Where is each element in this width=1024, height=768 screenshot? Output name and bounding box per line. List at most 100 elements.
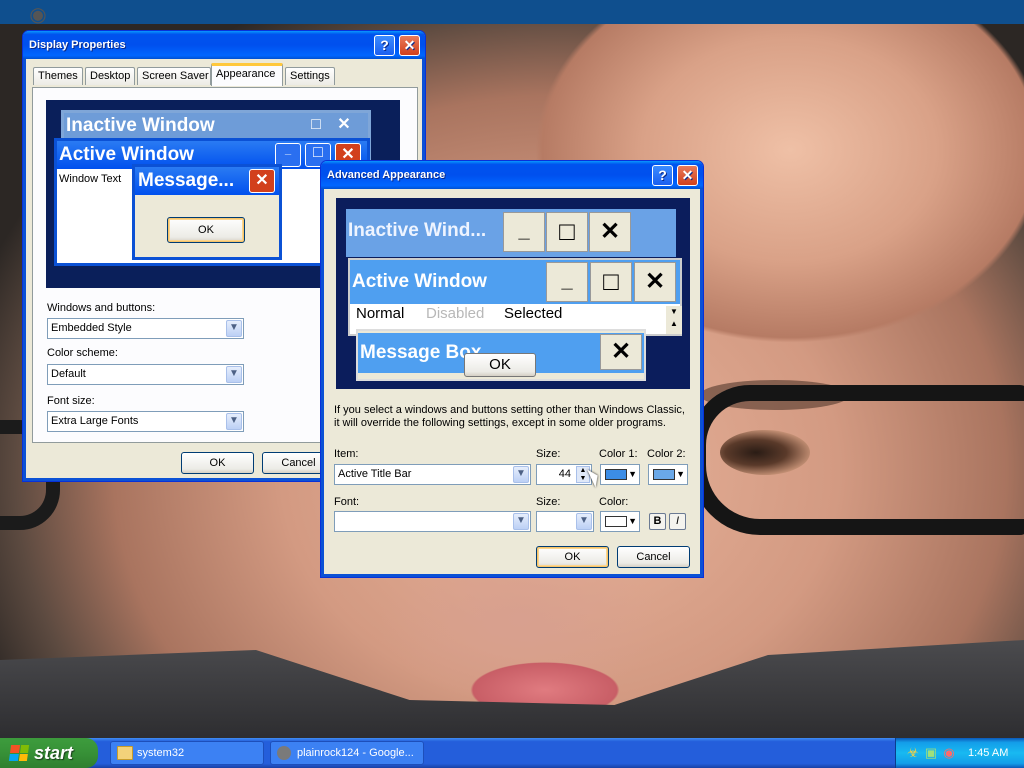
windows-logo-icon bbox=[8, 745, 30, 761]
item-label: Item: bbox=[334, 448, 359, 460]
item-select[interactable]: Active Title Bar ▼ bbox=[334, 464, 531, 485]
font-size-select[interactable]: Extra Large Fonts ▼ bbox=[47, 411, 244, 432]
tab-settings[interactable]: Settings bbox=[285, 67, 335, 85]
font-size-select[interactable]: ▼ bbox=[536, 511, 594, 532]
security-icon[interactable]: ◉ bbox=[942, 745, 956, 761]
advanced-preview: Inactive Wind... _ □ ✕ Active Window _ □… bbox=[336, 198, 690, 389]
display-properties-titlebar[interactable]: Display Properties ? ✕ bbox=[23, 31, 425, 59]
task-label: system32 bbox=[137, 747, 185, 759]
taskbar-item-browser[interactable]: plainrock124 - Google... bbox=[270, 741, 424, 765]
adv-preview-ok-button: OK bbox=[464, 353, 536, 377]
windows-and-buttons-select[interactable]: Embedded Style ▼ bbox=[47, 318, 244, 339]
adv-preview-active-minimize-icon: _ bbox=[546, 262, 588, 302]
tab-label: Desktop bbox=[90, 70, 131, 82]
item-size-value: 44 bbox=[558, 468, 571, 480]
chevron-down-icon[interactable]: ▼ bbox=[226, 366, 242, 383]
color-scheme-select[interactable]: Default ▼ bbox=[47, 364, 244, 385]
preview-ok-button: OK bbox=[167, 217, 245, 243]
adv-preview-message-close-icon: ✕ bbox=[600, 334, 642, 370]
raccoon-icon bbox=[277, 746, 291, 760]
cancel-button[interactable]: Cancel bbox=[617, 546, 690, 568]
wallpaper-glasses-right bbox=[690, 385, 1024, 535]
font-color-picker[interactable]: ▼ bbox=[600, 511, 640, 532]
item-value: Active Title Bar bbox=[338, 468, 412, 480]
bold-button[interactable]: B bbox=[649, 513, 666, 530]
item-size-label: Size: bbox=[536, 448, 561, 460]
close-button[interactable]: ✕ bbox=[399, 35, 420, 56]
adv-preview-scroll-arrow-icon: ▼ ▲ bbox=[666, 306, 682, 334]
info-text: If you select a windows and buttons sett… bbox=[334, 404, 685, 429]
adv-preview-inactive-close-icon: ✕ bbox=[589, 212, 631, 252]
help-button[interactable]: ? bbox=[374, 35, 395, 56]
windows-and-buttons-value: Embedded Style bbox=[51, 322, 132, 334]
color2-picker[interactable]: ▼ bbox=[648, 464, 688, 485]
menu-selected: Selected bbox=[504, 305, 563, 322]
raccoon-desktop-icon[interactable]: ◉ bbox=[24, 2, 52, 28]
tab-label: Appearance bbox=[216, 68, 276, 80]
wallpaper-shirt bbox=[0, 640, 1024, 738]
adv-preview-active-close-icon: ✕ bbox=[634, 262, 676, 302]
adv-preview-inactive-minimize-icon: _ bbox=[503, 212, 545, 252]
color1-picker[interactable]: ▼ bbox=[600, 464, 640, 485]
font-label: Font: bbox=[334, 496, 360, 508]
font-size-label: Size: bbox=[536, 496, 561, 508]
adv-preview-inactive-window: Inactive Wind... _ □ ✕ bbox=[346, 209, 676, 257]
color-scheme-label: Color scheme: bbox=[47, 347, 118, 359]
help-button[interactable]: ? bbox=[652, 165, 673, 186]
color1-label: Color 1: bbox=[599, 448, 638, 460]
chevron-down-icon[interactable]: ▼ bbox=[576, 513, 592, 530]
tab-label: Themes bbox=[38, 70, 78, 82]
tab-desktop[interactable]: Desktop bbox=[85, 67, 135, 85]
color1-swatch bbox=[605, 469, 627, 480]
window-title: Advanced Appearance bbox=[327, 169, 446, 181]
close-button[interactable]: ✕ bbox=[677, 165, 698, 186]
tab-themes[interactable]: Themes bbox=[33, 67, 83, 85]
tab-label: Screen Saver bbox=[142, 70, 209, 82]
adv-preview-menu-bar: Normal Disabled Selected bbox=[350, 304, 668, 324]
adv-preview-message-box: Message Box ✕ OK bbox=[356, 329, 646, 381]
preview-window-text: Window Text bbox=[59, 173, 122, 185]
font-size-value: Extra Large Fonts bbox=[51, 415, 139, 427]
wallpaper-top-band bbox=[0, 0, 1024, 24]
shield-icon[interactable]: ☣ bbox=[906, 745, 920, 761]
color2-swatch bbox=[653, 469, 675, 480]
advanced-appearance-titlebar[interactable]: Advanced Appearance ? ✕ bbox=[321, 161, 703, 189]
preview-inactive-maximize-icon: □ bbox=[304, 115, 328, 137]
font-color-label: Color: bbox=[599, 496, 629, 508]
ok-button[interactable]: OK bbox=[181, 452, 254, 474]
tab-label: Settings bbox=[290, 70, 330, 82]
adv-preview-active-window: Active Window _ □ ✕ Normal Disabled Sele… bbox=[348, 258, 682, 336]
network-icon[interactable]: ▣ bbox=[924, 745, 938, 761]
adv-preview-inactive-maximize-icon: □ bbox=[546, 212, 588, 252]
font-size-label: Font size: bbox=[47, 395, 95, 407]
menu-normal: Normal bbox=[356, 305, 405, 322]
tab-appearance[interactable]: Appearance bbox=[211, 63, 283, 86]
font-select[interactable]: ▼ bbox=[334, 511, 531, 532]
font-color-swatch bbox=[605, 516, 627, 527]
system-tray: ☣ ▣ ◉ 1:45 AM bbox=[895, 738, 1024, 768]
preview-inactive-close-icon: ✕ bbox=[332, 115, 356, 137]
windows-and-buttons-label: Windows and buttons: bbox=[47, 302, 156, 314]
chevron-down-icon[interactable]: ▼ bbox=[226, 413, 242, 430]
chevron-down-icon[interactable]: ▼ bbox=[513, 466, 529, 483]
adv-preview-inactive-title: Inactive Wind... bbox=[348, 220, 487, 241]
folder-icon bbox=[117, 746, 133, 760]
item-size-spinner[interactable]: 44 ▲ ▼ bbox=[536, 464, 592, 485]
ok-button[interactable]: OK bbox=[536, 546, 609, 568]
menu-disabled: Disabled bbox=[426, 305, 485, 322]
advanced-appearance-window: Advanced Appearance ? ✕ Inactive Wind...… bbox=[320, 160, 704, 578]
tab-screen-saver[interactable]: Screen Saver bbox=[137, 67, 211, 85]
chevron-down-icon: ▼ bbox=[628, 469, 637, 479]
adv-preview-active-title: Active Window bbox=[352, 271, 487, 292]
start-label: start bbox=[34, 743, 74, 763]
task-label: plainrock124 - Google... bbox=[297, 747, 414, 759]
chevron-down-icon[interactable]: ▼ bbox=[226, 320, 242, 337]
color-scheme-value: Default bbox=[51, 368, 86, 380]
color2-label: Color 2: bbox=[647, 448, 686, 460]
chevron-down-icon[interactable]: ▼ bbox=[513, 513, 529, 530]
start-button[interactable]: start bbox=[0, 738, 98, 768]
chevron-down-icon: ▼ bbox=[628, 516, 637, 526]
taskbar-item-system32[interactable]: system32 bbox=[110, 741, 264, 765]
italic-button[interactable]: I bbox=[669, 513, 686, 530]
preview-message-close-icon: ✕ bbox=[249, 169, 275, 193]
